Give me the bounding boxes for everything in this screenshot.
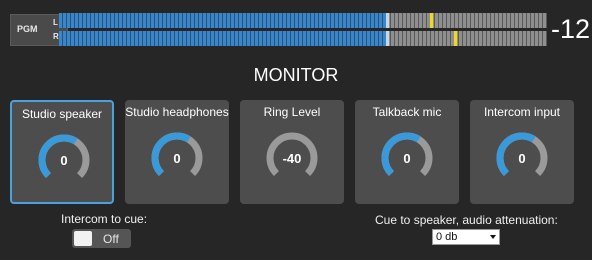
meter-fill-left <box>59 13 386 28</box>
meter-peak-right <box>454 31 457 46</box>
meter-fill-right <box>59 31 386 46</box>
knob-level-arc <box>496 132 536 177</box>
knob-value: 0 <box>403 151 410 166</box>
knob-value: 0 <box>518 151 525 166</box>
channel-right-label: R <box>53 32 59 41</box>
knob-label: Ring Level <box>263 105 321 119</box>
meter-peak-left <box>430 13 433 28</box>
cue-attenuation-label: Cue to speaker, audio attenuation: <box>375 213 558 227</box>
channel-left-label: L <box>53 18 58 27</box>
meter-marker-left <box>386 13 389 28</box>
knob-dial[interactable]: 0 <box>147 128 207 188</box>
knob-level-arc <box>381 132 421 177</box>
knob-tile-ring-level[interactable]: Ring Level -40 <box>240 100 344 204</box>
knob-tile-intercom-input[interactable]: Intercom input 0 <box>470 100 574 204</box>
meter-bar-left <box>59 13 547 28</box>
toggle-state: Off <box>103 232 119 246</box>
knob-label: Intercom input <box>483 105 561 119</box>
knob-dial[interactable]: -40 <box>262 128 322 188</box>
knob-tile-studio-headphones[interactable]: Studio headphones 0 <box>125 100 229 204</box>
toggle-handle[interactable] <box>74 231 92 246</box>
pgm-label: PGM <box>17 24 38 34</box>
knob-tile-studio-speaker[interactable]: Studio speaker 0 <box>10 100 114 204</box>
select-value: 0 db <box>436 231 458 243</box>
knob-label: Studio headphones <box>125 105 229 119</box>
meter-bar-right <box>59 31 547 46</box>
knob-label: Talkback mic <box>372 105 442 119</box>
knob-dial[interactable]: 0 <box>492 128 552 188</box>
pgm-level-meter: PGM L R -12 <box>10 8 590 52</box>
intercom-to-cue-label: Intercom to cue: <box>61 212 148 226</box>
knob-level-arc <box>151 132 191 177</box>
page-title: MONITOR <box>253 65 339 85</box>
knob-level-arc <box>38 134 78 179</box>
knob-dial[interactable]: 0 <box>377 128 437 188</box>
chevron-down-icon <box>490 235 496 239</box>
cue-attenuation-select[interactable]: 0 db <box>432 229 500 245</box>
knob-value: -40 <box>283 151 302 166</box>
meter-marker-right <box>386 31 389 46</box>
knob-tile-talkback-mic[interactable]: Talkback mic 0 <box>355 100 459 204</box>
knob-value: 0 <box>173 151 180 166</box>
knob-label: Studio speaker <box>21 107 103 121</box>
knob-dial[interactable]: 0 <box>34 130 94 190</box>
knob-value: 0 <box>60 153 67 168</box>
intercom-to-cue-toggle[interactable]: Off <box>72 229 131 248</box>
level-readout: -12 <box>551 14 591 44</box>
